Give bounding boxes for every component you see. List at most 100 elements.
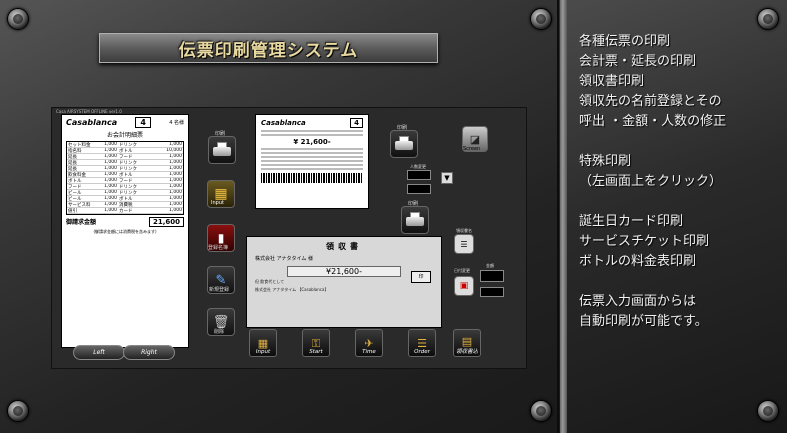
bottom-button-2[interactable]: ✈ Time <box>355 329 383 357</box>
list-icon: ☰ <box>460 239 468 249</box>
count-field[interactable] <box>407 170 431 180</box>
table-cell: 1,000 <box>169 154 182 159</box>
table-cell: 1,000 <box>169 172 182 177</box>
print-label-3: 印刷 <box>408 201 419 207</box>
amount-field-2[interactable] <box>480 287 504 297</box>
table-row: 値引 1,000 カード 1,000 <box>67 208 183 214</box>
table-cell: 1,000 <box>104 148 118 153</box>
button-icon: ▦ <box>257 337 269 350</box>
preview-amount: ¥ 21,600- <box>293 138 331 146</box>
bottom-button-1[interactable]: ⚿ Start <box>302 329 330 357</box>
table-cell: 値引 <box>68 208 77 214</box>
table-cell: 1,000 <box>104 178 118 183</box>
receipt-preview-memo: 但 飲食代として <box>255 279 285 284</box>
screw-icon <box>7 8 29 30</box>
feature-description: 各種伝票の印刷 会計票・延長の印刷 領収書印刷 領収先の名前登録とその 呼出 ・金額・人… <box>579 32 726 332</box>
description-line: 各種伝票の印刷 <box>579 34 671 49</box>
table-cell: 1,000 <box>169 166 182 171</box>
date-change-button[interactable]: ▣ <box>454 276 474 296</box>
description-line: 誕生日カード印刷 <box>579 214 684 229</box>
bottom-button-label: 領収書込 <box>455 349 478 355</box>
description-line <box>579 272 726 292</box>
description-line <box>579 132 726 152</box>
account-slip-preview[interactable]: Casablanca 4 ¥ 21,600- <box>255 114 369 209</box>
bottom-button-4[interactable]: ▤ 領収書込 <box>453 329 481 357</box>
screen-label: Screen <box>463 146 481 152</box>
screw-icon <box>757 8 779 30</box>
receipt-name-button[interactable]: ☰ <box>454 234 474 254</box>
table-cell: 1,000 <box>104 190 118 195</box>
table-cell: 1,000 <box>104 208 118 213</box>
left-receipt-screen[interactable]: Casablanca 4 4 名様 お会計明細票 セット料金 1,000 ドリンク 1… <box>61 114 189 348</box>
delete-label: 削除 <box>214 329 225 335</box>
print-label-2: 印刷 <box>397 125 408 131</box>
table-cell: 1,000 <box>169 196 182 201</box>
table-cell: 1,000 <box>104 154 118 159</box>
stamp-box: 印 <box>411 271 431 283</box>
description-line: 呼出 ・金額・人数の修正 <box>579 114 727 129</box>
receipt-preview-issuer: 株式会社 アナタタイム 【Casablanca】 <box>255 287 329 292</box>
screw-icon <box>530 400 552 422</box>
dropdown-arrow-icon[interactable]: ▼ <box>441 172 453 184</box>
total-label: 御請求金額 <box>66 219 97 226</box>
print-label: 印刷 <box>215 131 226 137</box>
table-cell: 1,000 <box>169 160 182 165</box>
table-cell: 1,000 <box>169 208 182 213</box>
button-icon: ▤ <box>461 335 473 348</box>
bottom-button-3[interactable]: ☰ Order <box>408 329 436 357</box>
register-name-label: 登録名簿 <box>208 245 229 251</box>
table-cell: 1,000 <box>169 184 182 189</box>
barcode <box>261 173 363 183</box>
screw-icon <box>7 400 29 422</box>
table-cell: 10,000 <box>166 148 182 153</box>
date-change-label: 日付変更 <box>454 268 470 273</box>
preview-brand: Casablanca <box>261 119 306 127</box>
amount-field[interactable] <box>480 270 504 282</box>
printer-icon <box>406 212 424 228</box>
bottom-button-label: Input <box>255 349 271 355</box>
bottom-button-label: Time <box>362 349 376 355</box>
button-icon: ☰ <box>417 337 427 350</box>
bottom-button-0[interactable]: ▦ Input <box>249 329 277 357</box>
description-line: ボトルの料金表印刷 <box>579 254 697 269</box>
description-line: サービスチケット印刷 <box>579 234 710 249</box>
description-line: 自動印刷が可能です。 <box>579 314 708 329</box>
receipt-table: セット料金 1,000 ドリンク 1,000 指名料 1,000 ボトル 10,000 延長 1,… <box>66 141 184 215</box>
receipt-number: 4 <box>135 117 151 128</box>
calendar-icon: ▣ <box>459 281 469 291</box>
printer-icon <box>213 142 231 158</box>
right-button[interactable]: Right <box>123 345 175 360</box>
panel-divider <box>560 0 567 433</box>
table-cell: 1,000 <box>104 160 118 165</box>
table-cell: 1,000 <box>104 196 118 201</box>
table-cell: 1,000 <box>104 202 118 207</box>
description-line: 領収先の名前登録とその <box>579 94 722 109</box>
total-amount: 21,600 <box>148 217 184 227</box>
table-cell: 1,000 <box>104 142 118 147</box>
bottom-button-label: Order <box>414 349 430 355</box>
screw-icon <box>757 400 779 422</box>
printer-icon <box>395 136 413 152</box>
table-cell: カード <box>119 208 133 214</box>
preview-number: 4 <box>350 118 363 128</box>
receipt-title: お会計明細票 <box>106 132 143 139</box>
description-line: （左画面上をクリック） <box>579 174 723 189</box>
input-label: Input <box>211 200 224 206</box>
receipt-preview[interactable]: 領収書 株式会社 アナタタイム 様 ¥21,600- 但 飲食代として 株式会社… <box>246 236 442 328</box>
bottom-button-label: Start <box>309 349 323 355</box>
description-line: 領収書印刷 <box>579 74 645 89</box>
table-cell: 1,000 <box>169 178 182 183</box>
count-field-2[interactable] <box>407 184 431 194</box>
left-button[interactable]: Left <box>73 345 125 360</box>
table-cell: 1,000 <box>169 202 182 207</box>
screen-icon: ◪ <box>469 132 481 146</box>
table-cell: 1,000 <box>169 142 182 147</box>
book-icon: ▮ <box>217 231 225 245</box>
table-cell: 1,000 <box>169 190 182 195</box>
print-button[interactable] <box>208 136 236 164</box>
table-cell: 1,000 <box>104 172 118 177</box>
print-button-3[interactable] <box>401 206 429 234</box>
receipt-brand: Casablanca <box>66 118 118 127</box>
print-button-2[interactable] <box>390 130 418 158</box>
button-icon: ✈ <box>364 337 374 350</box>
